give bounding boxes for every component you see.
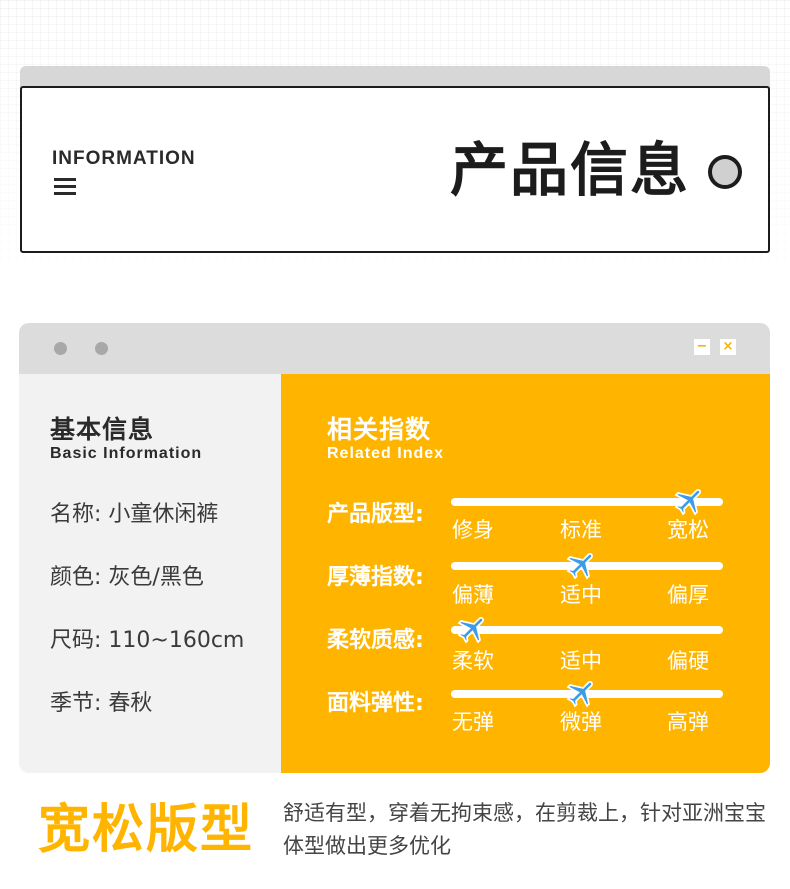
header-card: INFORMATION 产品信息	[20, 86, 770, 253]
index-scale-mid: 适中	[560, 649, 602, 673]
index-scale-high: 宽松	[667, 518, 709, 542]
info-season: 季节: 春秋	[50, 691, 153, 716]
menu-icon[interactable]	[54, 178, 76, 196]
related-index-panel: 相关指数 Related Index 产品版型: 修身 标准 宽松 厚薄指数: …	[281, 374, 770, 773]
index-track	[451, 626, 723, 634]
feature-title: 宽松版型	[38, 800, 255, 860]
window-dot-icon	[95, 342, 108, 355]
index-label: 产品版型:	[327, 502, 424, 527]
airplane-icon	[674, 489, 702, 516]
related-index-title: 相关指数	[327, 415, 432, 444]
circle-icon	[708, 155, 742, 189]
index-scale-low: 柔软	[452, 649, 494, 673]
airplane-icon	[566, 681, 593, 708]
basic-info-subtitle: Basic Information	[50, 445, 203, 462]
index-scale-high: 偏厚	[667, 583, 709, 607]
info-color: 颜色: 灰色/黑色	[50, 565, 204, 590]
info-name: 名称: 小童休闲裤	[50, 502, 219, 527]
info-label: INFORMATION	[52, 148, 196, 169]
window-dot-icon	[54, 342, 67, 355]
index-label: 面料弹性:	[327, 691, 424, 716]
product-window: − × 基本信息 Basic Information 名称: 小童休闲裤 颜色:…	[19, 323, 770, 773]
index-label: 柔软质感:	[327, 628, 424, 653]
related-index-subtitle: Related Index	[327, 445, 445, 462]
airplane-icon	[566, 553, 593, 580]
index-scale-high: 高弹	[667, 710, 709, 734]
feature-description: 舒适有型，穿着无拘束感，在剪裁上，针对亚洲宝宝体型做出更多优化	[283, 801, 766, 858]
index-scale-low: 修身	[452, 518, 494, 542]
index-scale-low: 无弹	[452, 710, 494, 734]
page-title: 产品信息	[449, 136, 690, 204]
basic-info-title: 基本信息	[50, 415, 155, 444]
index-scale-mid: 标准	[560, 518, 602, 542]
minimize-button[interactable]: −	[694, 339, 710, 355]
index-scale-low: 偏薄	[452, 583, 494, 607]
index-scale-high: 偏硬	[667, 649, 709, 673]
airplane-icon	[457, 617, 484, 644]
window-titlebar: − ×	[19, 323, 770, 374]
index-label: 厚薄指数:	[327, 565, 424, 590]
close-button[interactable]: ×	[720, 339, 736, 355]
basic-info-panel: 基本信息 Basic Information 名称: 小童休闲裤 颜色: 灰色/…	[19, 374, 281, 773]
index-scale-mid: 适中	[560, 583, 602, 607]
info-size: 尺码: 110~160cm	[50, 628, 245, 653]
index-scale-mid: 微弹	[560, 710, 602, 734]
